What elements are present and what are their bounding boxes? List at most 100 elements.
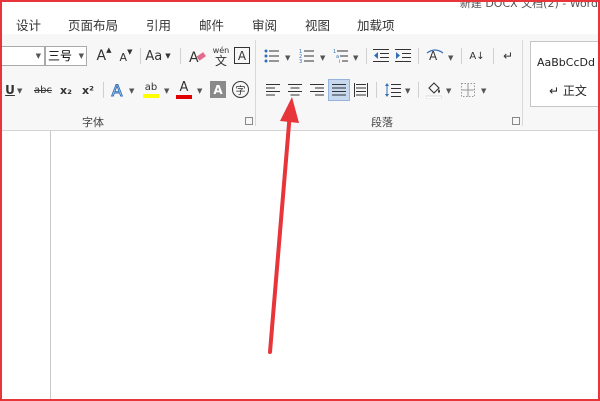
align-center-button[interactable] [286,81,304,99]
underline-icon: U [5,83,15,97]
font-group-label: 字体 [82,116,104,129]
font-name-dropdown[interactable]: ▼ [2,46,45,66]
font-dialog-launcher[interactable] [245,117,253,125]
divider [461,48,462,64]
borders-button[interactable] [459,81,477,99]
group-separator [255,40,256,126]
svg-text:i: i [339,59,340,63]
subscript-button[interactable]: x₂ [57,80,75,100]
change-case-button[interactable]: Aa ▼ [145,46,171,66]
align-center-icon [288,84,302,96]
paragraph-dialog-launcher[interactable] [512,117,520,125]
group-separator [522,40,523,126]
tab-page-layout[interactable]: 页面布局 [68,15,118,34]
paint-bucket-icon [426,82,442,99]
phonetic-guide-button[interactable]: wén 文 [210,43,232,69]
style-preview-text: AaBbCcDd [537,56,595,69]
superscript-button[interactable]: x² [79,80,97,100]
justify-icon [332,84,346,96]
multilevel-list-icon: 1 a i [333,49,348,63]
chevron-down-icon: ▼ [164,87,170,95]
align-left-icon [266,84,280,96]
window-title: 新建 DOCX 文档(2) - Word [459,0,598,10]
strikethrough-icon: abc [34,84,52,96]
highlight-color-bar [143,94,159,98]
font-size-dropdown[interactable]: 三号 ▼ [45,46,87,66]
align-right-icon [310,84,324,96]
pinyin-char: 文 [214,54,227,68]
enclose-characters-button[interactable]: 字 [232,81,249,98]
distributed-button[interactable] [352,81,370,99]
shrink-font-icon: A [119,50,128,64]
increase-indent-icon [395,49,411,62]
divider [103,82,104,98]
paragraph-group-label: 段落 [371,116,393,129]
font-color-button[interactable]: A [175,78,193,102]
chevron-down-icon: ▼ [35,52,41,60]
line-spacing-button[interactable] [384,80,402,100]
tab-view[interactable]: 视图 [305,15,330,34]
underline-button[interactable]: U [4,80,16,100]
page-margin-area [2,131,51,399]
subscript-icon: x₂ [60,83,72,97]
multilevel-list-button[interactable]: 1 a i [333,46,349,66]
style-normal[interactable]: AaBbCcDd ↵ 正文 [530,41,598,107]
character-shading-icon: A [213,82,223,97]
character-shading-button[interactable]: A [210,81,226,98]
chevron-down-icon: ▼ [481,87,487,95]
strikethrough-button[interactable]: abc [32,80,54,100]
shrink-font-button[interactable]: A ▼ [117,48,135,66]
grow-font-button[interactable]: A ▲ [95,46,113,66]
font-color-icon: A [179,80,189,95]
text-effects-icon: A [111,80,123,100]
style-name: ↵ 正文 [549,84,587,98]
document-area[interactable] [2,131,598,399]
sort-button[interactable]: A↓ [468,45,486,67]
sort-icon: A↓ [469,50,485,62]
numbering-button[interactable]: 1 2 3 [299,46,315,66]
divider [376,82,377,98]
align-right-button[interactable] [308,81,326,99]
grow-font-icon: A [96,48,107,64]
tab-review[interactable]: 审阅 [252,15,277,34]
ribbon-tab-bar: 新建 DOCX 文档(2) - Word 设计 页面布局 引用 邮件 审阅 视图… [2,2,598,34]
clear-formatting-button[interactable]: A [187,46,207,66]
decrease-indent-icon [373,49,389,62]
tab-references[interactable]: 引用 [146,15,171,34]
chevron-down-icon: ▼ [448,54,454,62]
highlight-button[interactable]: ab [141,78,161,102]
justify-button[interactable] [328,79,350,101]
divider [418,48,419,64]
chevron-down-icon: ▼ [446,87,452,95]
align-left-button[interactable] [264,81,282,99]
increase-indent-button[interactable] [394,46,412,66]
divider [140,48,141,64]
asian-layout-button[interactable]: A [425,46,445,66]
eraser-icon: A [189,50,206,64]
divider [366,48,367,64]
paragraph-shading-button[interactable] [425,79,443,101]
numbering-icon: 1 2 3 [299,49,314,63]
ribbon: ▼ 三号 ▼ A ▲ A ▼ Aa ▼ A wén 文 A U ▼ abc x₂… [2,34,598,131]
tab-design[interactable]: 设计 [16,15,41,34]
divider [180,48,181,64]
character-border-button[interactable]: A [234,47,250,64]
chevron-down-icon: ▼ [78,52,84,60]
show-hide-marks-button[interactable]: ↵ [500,46,516,66]
divider [493,48,494,64]
chevron-down-icon: ▼ [353,54,359,62]
tab-addins[interactable]: 加载项 [357,15,395,34]
chevron-down-icon: ▼ [285,54,291,62]
divider [418,82,419,98]
chevron-down-icon: ▼ [320,54,326,62]
text-effects-button[interactable]: A [108,79,126,101]
bullets-icon [264,49,279,63]
distributed-icon [354,83,368,97]
bullets-button[interactable] [264,46,280,66]
font-color-bar [176,95,192,99]
chevron-down-icon: ▼ [405,87,411,95]
decrease-indent-button[interactable] [372,46,390,66]
enclose-characters-icon: 字 [235,86,246,97]
superscript-icon: x² [82,83,94,97]
tab-mailings[interactable]: 邮件 [199,15,224,34]
